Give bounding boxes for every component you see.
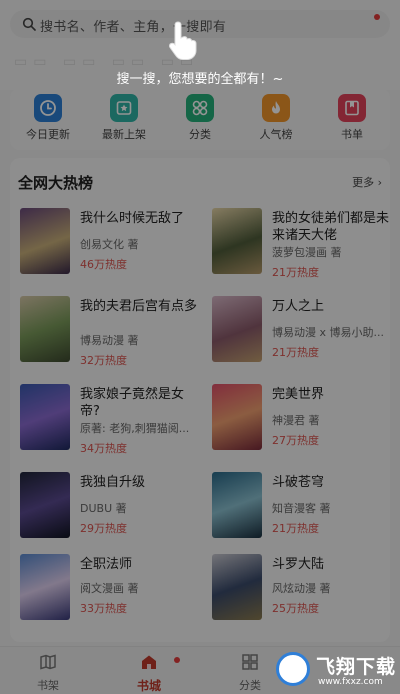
watermark-logo-icon: [276, 652, 310, 686]
watermark: 飞翔下载 www.fxxz.com: [276, 652, 397, 692]
watermark-url: www.fxxz.com: [318, 677, 383, 687]
guide-overlay[interactable]: [0, 0, 400, 694]
pointing-hand-icon: [168, 21, 197, 60]
watermark-text: 飞翔下载: [316, 656, 397, 678]
search-hint: 搜一搜，您想要的全都有！~: [116, 72, 284, 87]
